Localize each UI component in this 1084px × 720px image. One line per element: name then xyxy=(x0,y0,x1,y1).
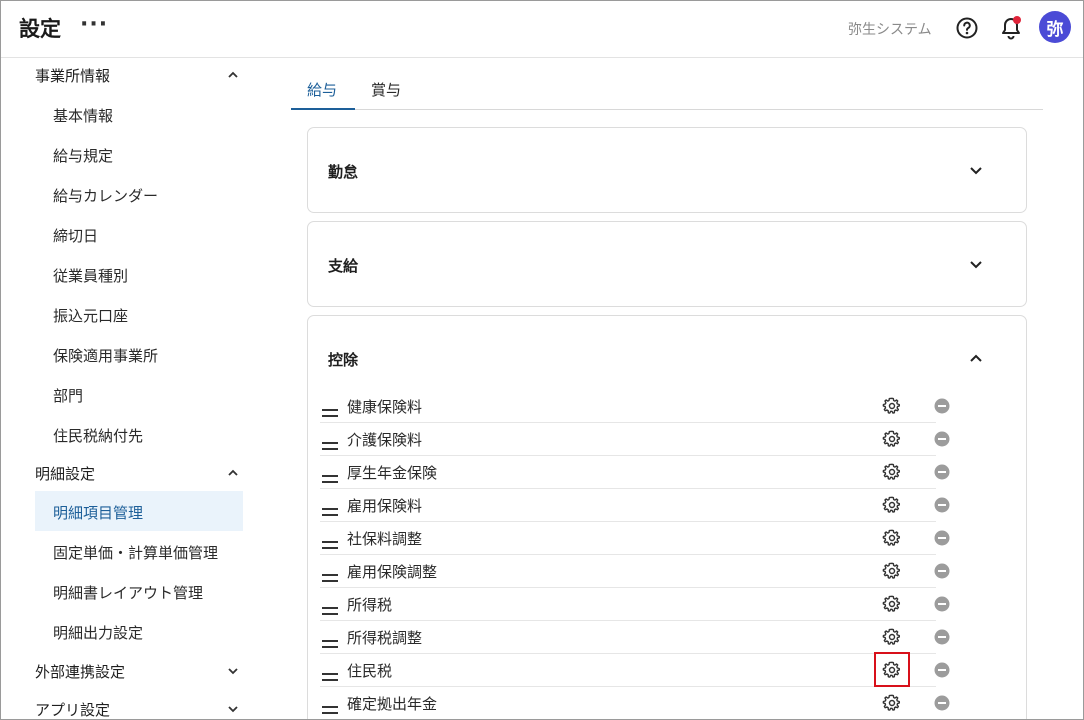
drag-handle-icon[interactable] xyxy=(322,468,338,483)
item-label: 雇用保険料 xyxy=(347,497,423,515)
item-label: 介護保険料 xyxy=(347,431,423,449)
sidebar-section-label: 明細設定 xyxy=(35,465,96,483)
sidebar-item-closing-date[interactable]: 締切日 xyxy=(35,214,243,254)
sidebar: 事業所情報 基本情報 給与規定 給与カレンダー 締切日 従業員種別 振込元口座 … xyxy=(0,59,256,720)
sidebar-section-label: 事業所情報 xyxy=(35,67,111,85)
sidebar-section-external[interactable]: 外部連携設定 xyxy=(0,655,256,687)
card-attendance: 勤怠 xyxy=(307,127,1027,213)
drag-handle-icon[interactable] xyxy=(322,633,338,648)
drag-handle-icon[interactable] xyxy=(322,666,338,681)
app-header: 設定 ··· 弥生システム 弥 xyxy=(0,0,1084,58)
list-item: 所得税調整 xyxy=(320,621,950,654)
more-options-icon[interactable]: ··· xyxy=(80,12,108,37)
card-attendance-header[interactable]: 勤怠 xyxy=(308,128,1026,212)
remove-circle-icon[interactable] xyxy=(934,596,950,612)
remove-circle-icon[interactable] xyxy=(934,431,950,447)
list-item: 社保料調整 xyxy=(320,522,950,555)
gear-icon[interactable] xyxy=(882,627,902,647)
remove-circle-icon[interactable] xyxy=(934,398,950,414)
chevron-down-icon xyxy=(228,706,238,713)
gear-icon[interactable] xyxy=(882,528,902,548)
remove-circle-icon[interactable] xyxy=(934,695,950,711)
gear-icon[interactable] xyxy=(882,660,902,680)
card-title: 支給 xyxy=(328,257,359,275)
list-item: 所得税 xyxy=(320,588,950,621)
list-item: 雇用保険料 xyxy=(320,489,950,522)
sidebar-section-label: アプリ設定 xyxy=(35,701,111,719)
drag-handle-icon[interactable] xyxy=(322,402,338,417)
drag-handle-icon[interactable] xyxy=(322,534,338,549)
item-label: 確定拠出年金 xyxy=(347,695,438,713)
drag-handle-icon[interactable] xyxy=(322,600,338,615)
sidebar-item-resident-tax-payee[interactable]: 住民税納付先 xyxy=(35,414,243,454)
page-title: 設定 xyxy=(19,17,61,41)
tab-bonus[interactable]: 賞与 xyxy=(355,66,419,110)
list-item: 厚生年金保険 xyxy=(320,456,950,489)
sidebar-section-app[interactable]: アプリ設定 xyxy=(0,693,256,720)
help-circle-icon[interactable] xyxy=(955,16,979,40)
remove-circle-icon[interactable] xyxy=(934,530,950,546)
list-item: 雇用保険調整 xyxy=(320,555,950,588)
chevron-down-icon xyxy=(970,261,982,269)
sidebar-item-department[interactable]: 部門 xyxy=(35,374,243,414)
chevron-up-icon xyxy=(970,354,982,362)
sidebar-section-business-info[interactable]: 事業所情報 xyxy=(0,59,256,91)
sidebar-item-salary-calendar[interactable]: 給与カレンダー xyxy=(35,174,243,214)
chevron-up-icon xyxy=(228,71,238,78)
sidebar-item-transfer-account[interactable]: 振込元口座 xyxy=(35,294,243,334)
list-item: 確定拠出年金 xyxy=(320,687,950,720)
gear-icon[interactable] xyxy=(882,594,902,614)
gear-icon[interactable] xyxy=(882,561,902,581)
remove-circle-icon[interactable] xyxy=(934,497,950,513)
remove-circle-icon[interactable] xyxy=(934,464,950,480)
card-payment: 支給 xyxy=(307,221,1027,307)
tab-bar: 給与 賞与 xyxy=(291,66,1043,110)
drag-handle-icon[interactable] xyxy=(322,501,338,516)
sidebar-item-employee-type[interactable]: 従業員種別 xyxy=(35,254,243,294)
drag-handle-icon[interactable] xyxy=(322,699,338,714)
list-item: 住民税 xyxy=(320,652,950,687)
sidebar-item-layout[interactable]: 明細書レイアウト管理 xyxy=(35,571,243,611)
gear-icon[interactable] xyxy=(882,462,902,482)
list-item: 介護保険料 xyxy=(320,423,950,456)
remove-circle-icon[interactable] xyxy=(934,662,950,678)
list-item: 健康保険料 xyxy=(320,390,950,423)
sidebar-item-insurance-office[interactable]: 保険適用事業所 xyxy=(35,334,243,374)
remove-circle-icon[interactable] xyxy=(934,563,950,579)
card-deduction: 控除 健康保険料介護保険料厚生年金保険 雇用保険料社保料調整雇用保険調整 所得税所得… xyxy=(307,315,1027,720)
sidebar-item-basic-info[interactable]: 基本情報 xyxy=(35,94,243,134)
sidebar-item-salary-rules[interactable]: 給与規定 xyxy=(35,134,243,174)
card-payment-header[interactable]: 支給 xyxy=(308,222,1026,306)
card-title: 控除 xyxy=(328,351,359,369)
gear-icon[interactable] xyxy=(882,429,902,449)
gear-icon[interactable] xyxy=(882,495,902,515)
sidebar-item-unit-price[interactable]: 固定単価・計算単価管理 xyxy=(35,531,243,571)
card-title: 勤怠 xyxy=(328,163,359,181)
item-label: 社保料調整 xyxy=(347,530,423,548)
chevron-down-icon xyxy=(228,668,238,675)
organization-name: 弥生システム xyxy=(848,22,932,38)
gear-icon[interactable] xyxy=(882,693,902,713)
sidebar-item-statement-items[interactable]: 明細項目管理 xyxy=(35,491,243,531)
card-deduction-header[interactable]: 控除 xyxy=(308,316,1026,386)
item-label: 雇用保険調整 xyxy=(347,563,438,581)
sidebar-item-output-settings[interactable]: 明細出力設定 xyxy=(35,611,243,651)
drag-handle-icon[interactable] xyxy=(322,435,338,450)
bell-icon[interactable] xyxy=(999,15,1023,41)
sidebar-section-statement-settings[interactable]: 明細設定 xyxy=(0,457,256,489)
tab-salary[interactable]: 給与 xyxy=(291,66,355,110)
item-label: 所得税調整 xyxy=(347,629,423,647)
item-label: 所得税 xyxy=(347,596,393,614)
avatar[interactable]: 弥 xyxy=(1039,11,1071,43)
item-label: 健康保険料 xyxy=(347,398,423,416)
remove-circle-icon[interactable] xyxy=(934,629,950,645)
gear-icon[interactable] xyxy=(882,396,902,416)
chevron-up-icon xyxy=(228,469,238,476)
item-label: 厚生年金保険 xyxy=(347,464,438,482)
sidebar-section-label: 外部連携設定 xyxy=(35,663,126,681)
drag-handle-icon[interactable] xyxy=(322,567,338,582)
chevron-down-icon xyxy=(970,167,982,175)
item-label: 住民税 xyxy=(347,662,393,680)
